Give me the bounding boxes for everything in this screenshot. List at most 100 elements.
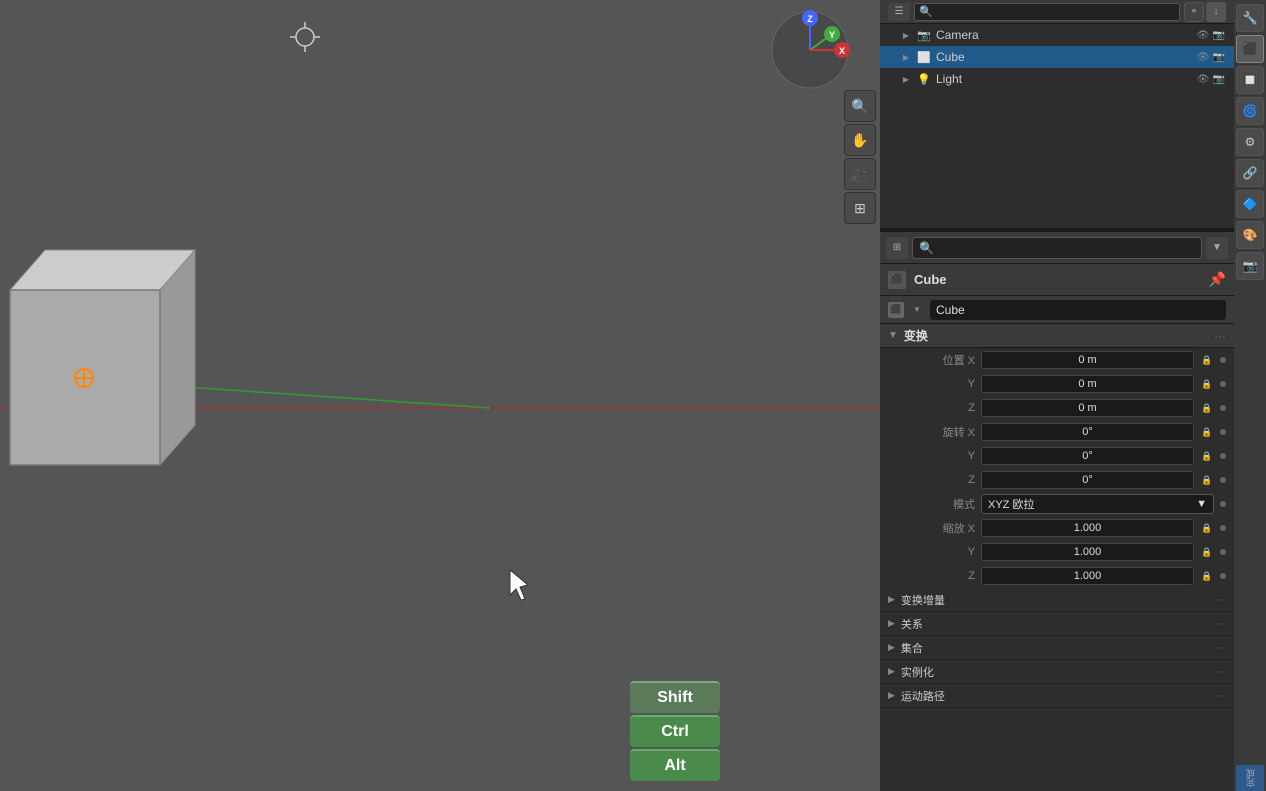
props-dropdown-btn[interactable]: ▼ [1206,237,1228,259]
completion-label: 完成 [1244,769,1257,787]
prop-icon-particles[interactable]: 🌀 [1236,97,1264,125]
rotation-mode-value: XYZ 欧拉 [988,496,1034,512]
camera-eye-icon[interactable]: 👁 [1196,28,1210,42]
prop-icon-object[interactable]: ⬛ [1236,35,1264,63]
cube-icon: ⬜ [916,49,932,65]
completion-bar: 完成 [1236,765,1264,791]
cube-vis-icons: 👁 📷 [1196,50,1226,64]
light-render-icon[interactable]: 📷 [1212,72,1226,86]
camera-tool-btn[interactable]: 🎥 [844,158,876,190]
outliner-arrow-cube: ▶ [900,51,912,63]
position-x-input[interactable] [981,351,1194,369]
scale-z-input[interactable] [981,567,1194,585]
delta-title: 变换增量 [901,592,945,608]
position-y-label: Y [920,378,975,390]
transform-delta-section[interactable]: ▶ 变换增量 ··· [880,588,1234,612]
relations-section[interactable]: ▶ 关系 ··· [880,612,1234,636]
prop-name-dropdown[interactable]: ▼ [910,303,924,317]
outliner-name-cube: Cube [936,50,1192,64]
prop-icon-render[interactable]: 📷 [1236,252,1264,280]
scale-z-lock[interactable]: 🔒 [1200,569,1214,583]
scale-z-label: Z [920,570,975,582]
camera-render-icon[interactable]: 📷 [1212,28,1226,42]
position-z-lock[interactable]: 🔒 [1200,401,1214,415]
light-vis-icons: 👁 📷 [1196,72,1226,86]
rotation-mode-dropdown[interactable]: XYZ 欧拉 ▼ [981,494,1214,514]
scale-x-lock[interactable]: 🔒 [1200,521,1214,535]
transform-dots: ··· [1214,329,1226,343]
scale-label: 缩放 X [920,520,975,536]
relations-title: 关系 [901,616,923,632]
scale-x-row: 缩放 X 🔒 [880,516,1234,540]
scale-z-row: Z 🔒 [880,564,1234,588]
transform-section-header[interactable]: ▼ 变换 ··· [880,324,1234,348]
instances-arrow: ▶ [888,666,895,677]
outliner-header: ☰ 🔍 ⌖ ↓ [880,0,1234,24]
outliner-item-light[interactable]: ▶ 💡 Light 👁 📷 [880,68,1234,90]
prop-header: ⬛ Cube 📌 [880,264,1234,296]
position-x-dot [1220,357,1226,363]
rotation-y-label: Y [920,450,975,462]
position-x-lock[interactable]: 🔒 [1200,353,1214,367]
motion-dots: ··· [1215,690,1226,702]
motion-title: 运动路径 [901,688,945,704]
scale-y-row: Y 🔒 [880,540,1234,564]
view-mode-btn[interactable]: ⊞ [844,192,876,224]
prop-name-input[interactable] [930,300,1226,320]
motion-paths-section[interactable]: ▶ 运动路径 ··· [880,684,1234,708]
prop-icon-physics[interactable]: ⚙ [1236,128,1264,156]
prop-icon-constraints[interactable]: 🔗 [1236,159,1264,187]
prop-name-icon: ⬛ [888,302,904,318]
position-z-dot [1220,405,1226,411]
outliner-menu-btn[interactable]: ☰ [888,3,910,21]
props-search-input[interactable]: 🔍 [912,237,1202,259]
prop-icon-modifiers[interactable]: 🔲 [1236,66,1264,94]
outliner-view-btn[interactable]: ↓ [1206,2,1226,22]
outliner-item-cube[interactable]: ▶ ⬜ Cube 👁 📷 [880,46,1234,68]
collections-section[interactable]: ▶ 集合 ··· [880,636,1234,660]
prop-name-row: ⬛ ▼ [880,296,1234,324]
position-y-input[interactable] [981,375,1194,393]
prop-pin-btn[interactable]: 📌 [1209,271,1226,288]
nav-gizmo[interactable]: Z Y X [770,10,850,90]
outliner-filter-btn[interactable]: ⌖ [1184,2,1204,22]
scale-x-input[interactable] [981,519,1194,537]
viewport[interactable]: Z Y X 🔍 ✋ 🎥 ⊞ Shift Ctrl Alt [0,0,880,791]
position-x-row: 位置 X 🔒 [880,348,1234,372]
rotation-z-lock[interactable]: 🔒 [1200,473,1214,487]
light-eye-icon[interactable]: 👁 [1196,72,1210,86]
rotation-x-row: 旋转 X 🔒 [880,420,1234,444]
shift-key: Shift [630,681,720,713]
rotation-z-input[interactable] [981,471,1194,489]
transform-arrow: ▼ [888,330,898,341]
outliner-search[interactable]: 🔍 [914,3,1180,21]
props-menu-btn[interactable]: ⊞ [886,237,908,259]
position-y-row: Y 🔒 [880,372,1234,396]
outliner-item-camera[interactable]: ▶ 📷 Camera 👁 📷 [880,24,1234,46]
rotation-x-input[interactable] [981,423,1194,441]
cube-eye-icon[interactable]: 👁 [1196,50,1210,64]
scale-y-label: Y [920,546,975,558]
cube-render-icon[interactable]: 📷 [1212,50,1226,64]
rotation-x-dot [1220,429,1226,435]
prop-icon-data[interactable]: 🔷 [1236,190,1264,218]
camera-vis-icons: 👁 📷 [1196,28,1226,42]
prop-icon-tools[interactable]: 🔧 [1236,4,1264,32]
rotation-x-lock[interactable]: 🔒 [1200,425,1214,439]
instances-section[interactable]: ▶ 实例化 ··· [880,660,1234,684]
prop-icon-material[interactable]: 🎨 [1236,221,1264,249]
position-y-lock[interactable]: 🔒 [1200,377,1214,391]
key-display: Shift Ctrl Alt [630,681,720,781]
instances-dots: ··· [1215,666,1226,678]
outliner: ☰ 🔍 ⌖ ↓ ▶ 📷 Camera 👁 📷 [880,0,1234,230]
outliner-filter-icons: ⌖ ↓ [1184,2,1226,22]
rotation-y-lock[interactable]: 🔒 [1200,449,1214,463]
position-z-input[interactable] [981,399,1194,417]
scale-y-input[interactable] [981,543,1194,561]
svg-text:X: X [839,46,845,56]
rotation-y-input[interactable] [981,447,1194,465]
zoom-tool-btn[interactable]: 🔍 [844,90,876,122]
scale-y-lock[interactable]: 🔒 [1200,545,1214,559]
hand-tool-btn[interactable]: ✋ [844,124,876,156]
nav-gizmo-svg: Z Y X [770,10,850,90]
